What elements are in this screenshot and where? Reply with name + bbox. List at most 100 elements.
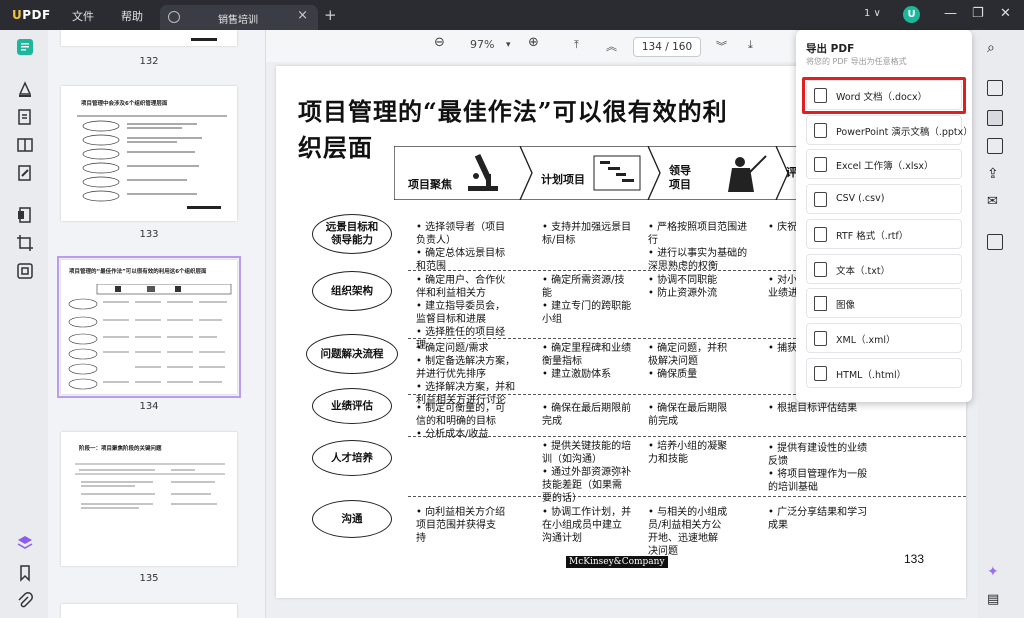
row-label-talent: 人才培养 (312, 440, 392, 476)
first-page-icon[interactable]: ⤒ (574, 38, 579, 52)
zoom-out-icon[interactable]: ⊖ (434, 35, 445, 50)
close-window-icon[interactable]: ✕ (1000, 6, 1011, 21)
cell: • 向利益相关方介绍 项目范围并获得支 持 (416, 507, 506, 544)
csv-file-icon (814, 192, 827, 207)
header-focus: 项目聚焦 (408, 178, 452, 191)
restore-icon[interactable]: ❐ (972, 6, 984, 21)
save-icon[interactable] (987, 234, 1003, 250)
zoom-in-icon[interactable]: ⊕ (528, 35, 539, 50)
export-txt-button[interactable]: 文本（.txt） (806, 254, 962, 284)
row-label-org: 组织架构 (312, 271, 392, 311)
search-icon[interactable]: ⌕ (987, 40, 1003, 56)
export-rtf-button[interactable]: RTF 格式（.rtf） (806, 219, 962, 249)
view-toolbar: ⊖ 97% ▾ ⊕ ⤒ ︽ ︾ ⤓ (266, 30, 796, 62)
last-page-icon[interactable]: ⤓ (748, 38, 753, 52)
thumbnail-title: 项目管理的“最佳作法”可以很有效的利用这6个组织层面 (69, 269, 207, 275)
cell: • 确定问题/需求 • 制定备选解决方案， 并进行优先排序 • 选择解决方案，并… (416, 343, 516, 406)
ai-assistant-icon[interactable]: ✦ (987, 564, 1003, 580)
zoom-dropdown-icon[interactable]: ▾ (506, 40, 511, 50)
tab-title: 销售培训 (218, 15, 258, 26)
avatar[interactable]: U (903, 6, 920, 23)
export-xml-button[interactable]: XML（.xml） (806, 323, 962, 353)
menu-file[interactable]: 文件 (72, 8, 94, 24)
row-label-performance: 业绩评估 (312, 388, 392, 424)
menu-help[interactable]: 帮助 (121, 8, 143, 24)
export-pdf-icon[interactable] (987, 110, 1003, 126)
cell: • 支持并加强远景目 标/目标 (542, 222, 632, 246)
share-icon[interactable]: ⇪ (987, 166, 1003, 182)
page-number-input[interactable]: 134 / 160 (633, 37, 701, 57)
tools-icon[interactable] (16, 262, 34, 280)
cell: • 确定用户、合作伙 伴和利益相关方 • 建立指导委员会， 监督目标和进展 • … (416, 275, 506, 351)
page-thumbnail-135[interactable]: 阶段一：项目聚焦阶段的关键问题 (61, 432, 237, 566)
export-title: 导出 PDF (806, 43, 855, 55)
thumbnail-label: 134 (139, 401, 159, 412)
reader-mode-icon[interactable] (16, 38, 34, 56)
cell: • 广泛分享结果和学习 成果 (768, 507, 868, 531)
mckinsey-logo: McKinsey&Company (566, 556, 668, 568)
thumbnail-title: 项目管理中会涉及6个组织管理层面 (81, 101, 168, 107)
cell: • 确保在最后期限前 完成 (542, 403, 632, 427)
tab-count[interactable]: 1 ∨ (864, 8, 881, 19)
layers-icon[interactable] (16, 534, 34, 552)
export-ppt-button[interactable]: PowerPoint 演示文稿（.pptx） (806, 115, 973, 145)
cell: • 确定问题，并积 极解决问题 • 确保质量 (648, 343, 728, 380)
thumbnail-label: 135 (139, 573, 159, 584)
ocr-icon[interactable] (987, 80, 1003, 96)
bookmark-icon[interactable] (16, 564, 34, 582)
page-title-line1: 项目管理的“最佳作法”可以很有效的利 (298, 97, 728, 126)
row-label-communication: 沟通 (312, 500, 392, 538)
cell: • 协调工作计划，并 在小组成员中建立 沟通计划 (542, 507, 632, 544)
cell: • 与相关的小组成 员/利益相关方公 开地、迅速地解 决问题 (648, 507, 728, 557)
row-label-vision: 远景目标和 领导能力 (312, 214, 392, 254)
export-excel-button[interactable]: Excel 工作簿（.xlsx） (806, 149, 962, 179)
image-file-icon (814, 296, 827, 311)
previous-page-icon[interactable]: ︽ (606, 38, 617, 54)
tab-close-icon[interactable]: × (297, 8, 308, 23)
next-page-icon[interactable]: ︾ (716, 38, 727, 54)
form-icon[interactable] (16, 136, 34, 154)
organize-pages-icon[interactable] (16, 206, 34, 224)
microscope-icon (468, 153, 498, 191)
thumbnail-label: 132 (139, 56, 159, 67)
zoom-level[interactable]: 97% (470, 38, 494, 51)
page-thumbnail-136[interactable] (61, 604, 237, 618)
fill-sign-icon[interactable] (16, 164, 34, 182)
cell: • 提供关键技能的培 训（如沟通） • 通过外部资源弥补 技能差距（如果需 要的… (542, 441, 632, 504)
header-lead: 领导 项目 (669, 164, 691, 191)
export-subtitle: 将您的 PDF 导出为任意格式 (806, 57, 907, 66)
thumbnail-panel: 132 项目管理中会涉及6个组织管理层面 133 项目管理的“最佳作法”可以很有… (48, 30, 266, 618)
edit-pdf-icon[interactable] (16, 108, 34, 126)
gantt-chart-icon (593, 155, 641, 191)
page-thumbnail-134-selected[interactable]: 项目管理的“最佳作法”可以很有效的利用这6个组织层面 (57, 256, 241, 398)
page-title-line2: 织层面 (298, 133, 373, 162)
cell: • 确定所需资源/技 能 • 建立专门的跨职能 小组 (542, 275, 632, 325)
cell: • 提供有建设性的业绩 反馈 • 将项目管理作为一般 的培训基础 (768, 443, 868, 493)
excel-file-icon (814, 157, 827, 172)
cell: • 选择领导者（项目 负责人） • 确定总体远景目标 和范围 (416, 222, 506, 272)
app-logo: UPDF (12, 8, 51, 22)
header-plan: 计划项目 (541, 173, 585, 186)
email-icon[interactable]: ✉ (987, 194, 1003, 210)
minimize-icon[interactable]: — (944, 6, 957, 21)
chat-icon[interactable]: ▤ (987, 592, 1003, 608)
page-thumbnail-132[interactable] (61, 30, 237, 46)
crop-icon[interactable] (16, 234, 34, 252)
export-html-button[interactable]: HTML（.html） (806, 358, 962, 388)
export-csv-button[interactable]: CSV (.csv) (806, 184, 962, 214)
attachment-icon[interactable] (16, 592, 34, 610)
cell: • 确保在最后期限 前完成 (648, 403, 728, 427)
left-toolbar (0, 30, 48, 618)
rtf-file-icon (814, 227, 827, 242)
cell: • 培养小组的凝聚 力和技能 (648, 441, 728, 465)
txt-file-icon (814, 262, 827, 277)
protect-icon[interactable] (987, 138, 1003, 154)
cell: • 协调不同职能 • 防止资源外流 (648, 275, 718, 299)
page-number: 133 (904, 552, 925, 566)
export-image-button[interactable]: 图像 (806, 288, 962, 318)
document-tab[interactable]: 销售培训 × (160, 5, 318, 30)
page-thumbnail-133[interactable]: 项目管理中会涉及6个组织管理层面 (61, 86, 237, 221)
new-tab-button[interactable]: + (324, 6, 337, 24)
comment-icon[interactable] (16, 80, 34, 98)
conductor-icon (728, 155, 767, 192)
